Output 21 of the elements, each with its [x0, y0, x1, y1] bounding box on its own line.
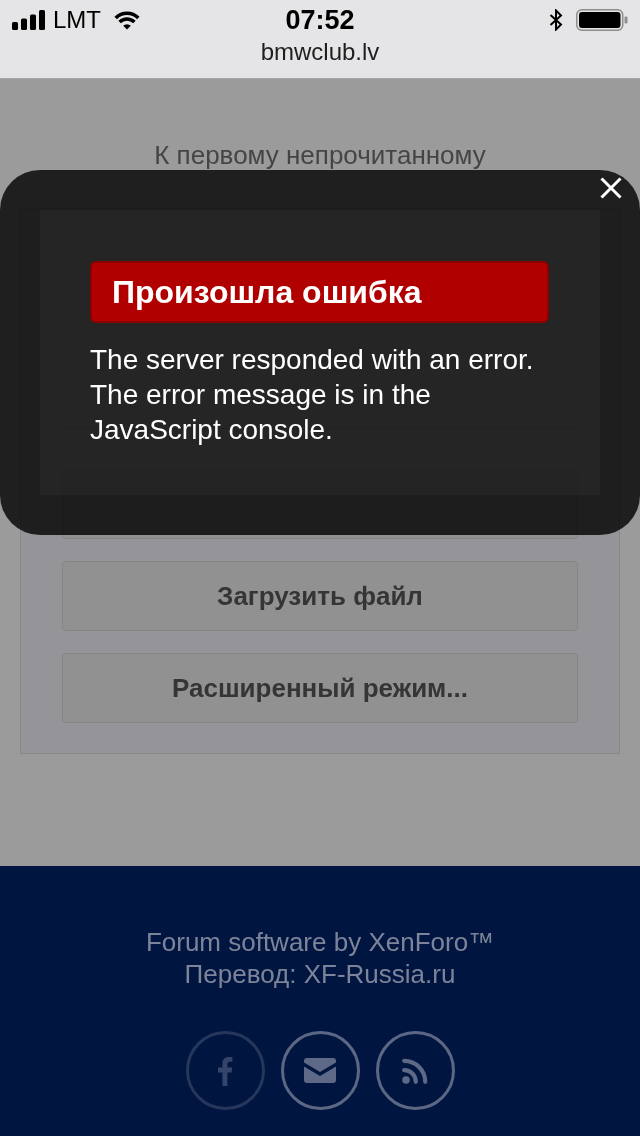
clock-time: 07:52 [285, 4, 355, 35]
translation-credit-link[interactable]: Перевод: XF-Russia.ru [184, 958, 456, 990]
software-credit-link[interactable]: Forum software by XenForo™ [145, 926, 495, 958]
jump-link[interactable]: К первому непрочитанному [154, 140, 486, 170]
wifi-icon [113, 9, 141, 30]
email-link[interactable] [280, 1031, 360, 1110]
carrier-name: LMT [53, 5, 101, 34]
battery-icon [576, 8, 628, 31]
signal-icon [12, 9, 46, 30]
close-icon[interactable] [600, 177, 622, 199]
upload-file-button[interactable]: Загрузить файл [62, 561, 578, 631]
error-message: The server responded with an error. The error message is in the JavaScript console. [90, 343, 535, 447]
facebook-link[interactable] [185, 1031, 265, 1110]
envelope-icon [304, 1058, 336, 1083]
bluetooth-icon [549, 8, 563, 31]
rss-link[interactable] [375, 1031, 455, 1110]
error-heading: Произошла ошибка [90, 261, 549, 323]
advanced-mode-button[interactable]: Расширенный режим... [62, 653, 578, 723]
address-text[interactable]: bmwclub.lv [260, 38, 380, 66]
rss-icon [402, 1057, 428, 1084]
facebook-icon [217, 1055, 233, 1086]
